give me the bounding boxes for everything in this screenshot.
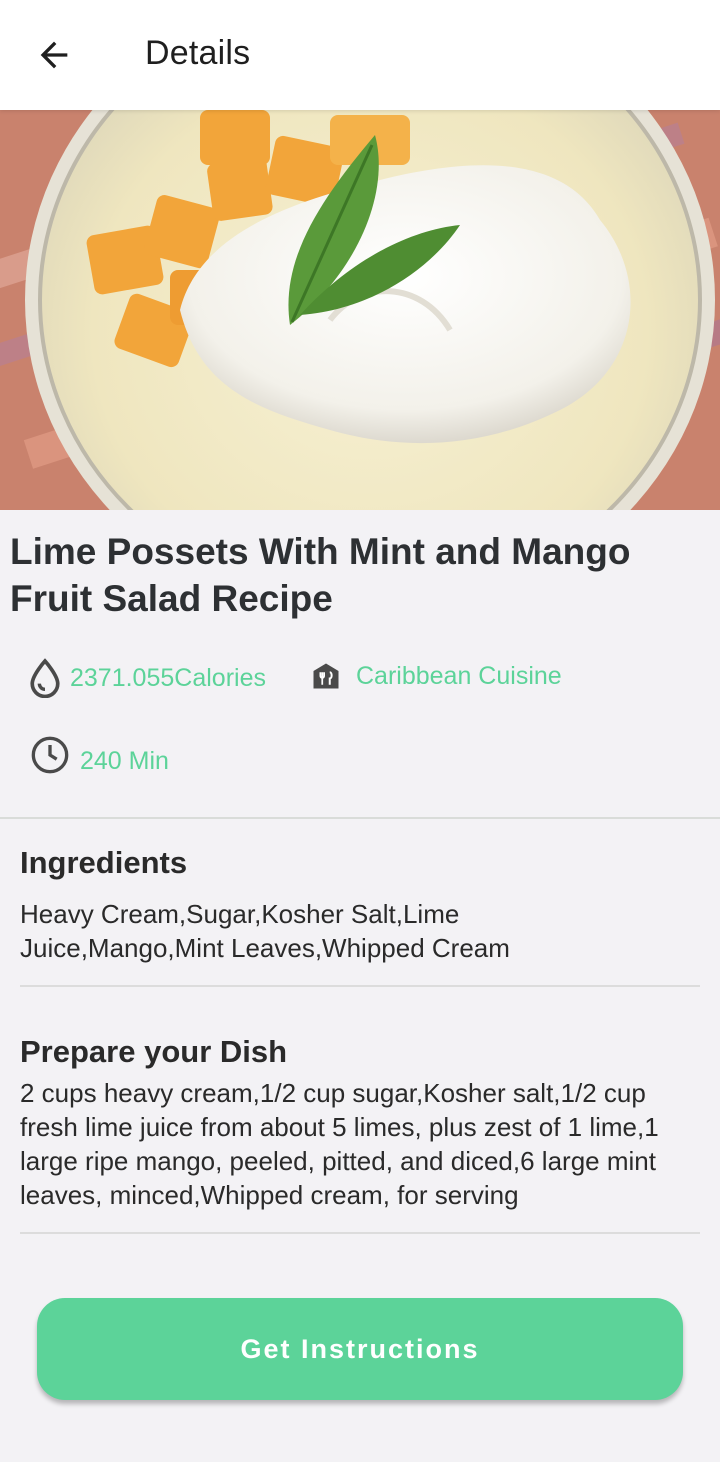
- get-instructions-button[interactable]: Get Instructions: [37, 1298, 683, 1400]
- drop-icon: [30, 658, 60, 698]
- divider: [20, 1232, 700, 1234]
- prepare-text: 2 cups heavy cream,1/2 cup sugar,Kosher …: [20, 1078, 659, 1210]
- prepare-heading: Prepare your Dish: [20, 1034, 288, 1069]
- ingredients-heading: Ingredients: [20, 845, 188, 880]
- recipe-image: [0, 110, 720, 510]
- app-bar: Details: [0, 0, 720, 110]
- calories-info: 2371.055Calories: [28, 658, 266, 698]
- ingredients-text: Heavy Cream,Sugar,Kosher Salt,Lime Juice…: [20, 899, 510, 963]
- recipe-title: Lime Possets With Mint and Mango Fruit S…: [10, 531, 631, 619]
- time-text: 240 Min: [80, 747, 169, 775]
- divider: [0, 817, 720, 819]
- cuisine-info: Caribbean Cuisine: [311, 660, 562, 692]
- cuisine-text: Caribbean Cuisine: [356, 661, 562, 690]
- calories-text: 2371.055Calories: [70, 663, 266, 692]
- time-info: 240 Min: [30, 733, 169, 776]
- back-button[interactable]: [22, 25, 86, 85]
- page-title: Details: [145, 34, 251, 72]
- restaurant-icon: [313, 663, 339, 689]
- clock-icon: [31, 736, 69, 773]
- divider: [20, 985, 700, 987]
- arrow-left-icon: [40, 41, 68, 69]
